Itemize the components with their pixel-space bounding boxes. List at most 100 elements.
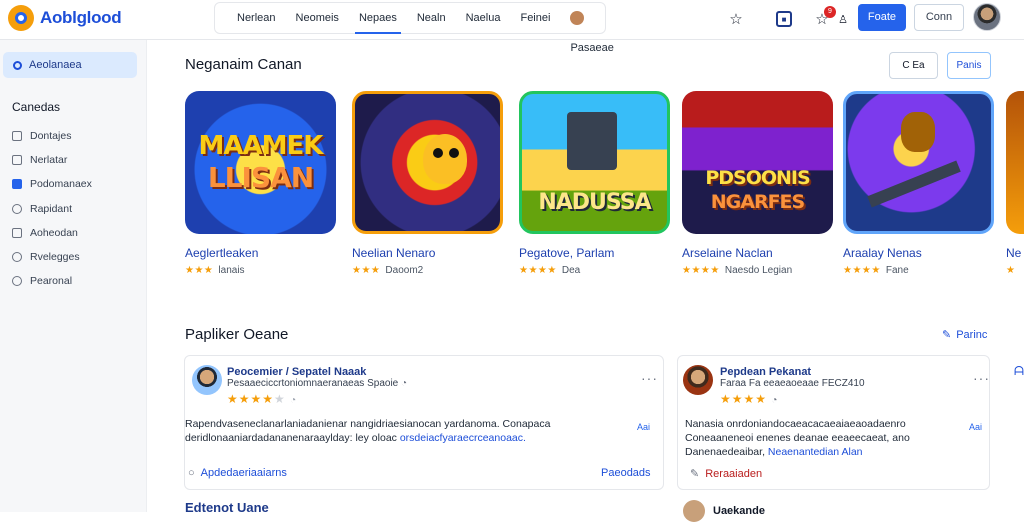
favorite-icon[interactable]: ☆: [725, 8, 747, 30]
top-bar: Aoblglood Nerlean Neomeis Nepaes Nealn N…: [0, 0, 1024, 54]
reviewer-name[interactable]: Pepdean Pekanat: [720, 366, 811, 378]
secondary-button[interactable]: Conn: [914, 4, 964, 31]
review-footer-text: Reraaiaden: [705, 467, 763, 480]
sidebar-item-label: Pearonal: [30, 275, 73, 288]
nav-item-7[interactable]: Pasaeae: [560, 3, 623, 54]
game-tile-3[interactable]: NADUSSA: [519, 91, 670, 234]
info-icon: ◔: [771, 395, 779, 406]
nav-item-5[interactable]: Naelua: [456, 3, 511, 33]
game-card[interactable]: Neelian Nenaro ★★★ Daoom2: [352, 91, 503, 276]
reviewer-avatar[interactable]: [192, 365, 222, 395]
tag-icon: [12, 155, 22, 166]
review-body-line: Danenaedeaibar, Neaenantedian Alan: [685, 445, 965, 459]
sidebar-item-4[interactable]: Rapidant: [12, 197, 92, 221]
sidebar-item-active[interactable]: Aeolanaea: [3, 52, 137, 78]
reviewer-avatar: [683, 500, 705, 522]
game-meta-text: Dea: [561, 265, 581, 276]
nav-item-4[interactable]: Nealn: [407, 3, 456, 33]
review-link[interactable]: Neaenantedian Alan: [768, 446, 863, 458]
avatar-image: [683, 365, 713, 395]
notifications-icon[interactable]: ☆ 9: [811, 6, 836, 30]
sidebar-item-label: Nerlatar: [30, 154, 68, 167]
pencil-icon: ✎: [942, 329, 952, 341]
comment-icon: ○: [188, 467, 195, 479]
profile-mini-icon[interactable]: ♙: [832, 8, 854, 30]
sidebar-item-7[interactable]: Pearonal: [12, 269, 92, 293]
robot-body-icon: [567, 112, 617, 170]
info-icon: ◔: [290, 395, 298, 406]
next-reviewer[interactable]: Uaekande: [683, 500, 765, 522]
app-logo[interactable]: Aoblglood: [8, 5, 122, 31]
game-tile-2[interactable]: [352, 91, 503, 234]
nav-item-2[interactable]: Neomeis: [286, 3, 349, 33]
pin-icon: [12, 252, 22, 263]
edit-icon: ✎: [690, 468, 700, 480]
game-tile-1[interactable]: MAAMEK LLISAN: [185, 91, 336, 234]
game-card[interactable]: NADUSSA Pegatove, Parlam ★★★★ Dea: [519, 91, 670, 276]
game-card[interactable]: PDSOONIS NGARFES Arselaine Naclan ★★★★ Na…: [682, 91, 833, 276]
clock-icon: [12, 276, 22, 287]
game-meta-text: Daoom2: [385, 265, 424, 276]
review-body-line: deridlonaaniardadananenaraaylday: ley ol…: [185, 431, 635, 445]
game-meta: ★★★ Daoom2: [352, 265, 503, 276]
reviews-link[interactable]: ✎ Parinc: [942, 328, 987, 342]
game-name: Neelian Nenaro: [352, 246, 436, 260]
sidebar-item-3[interactable]: Podomanaex: [12, 172, 92, 196]
weapon-icon: [867, 160, 961, 208]
reviewer-name[interactable]: Peocemier / Sepatel Naaak: [227, 366, 366, 378]
game-tile-1-line-1: MAAMEK: [198, 131, 324, 161]
game-meta: ★★★★ Dea: [519, 265, 670, 276]
carousel-next-icon[interactable]: ᗩ: [1014, 364, 1024, 379]
review-subtitle-text: Pesaaeciccrtoniomnaeranaeas Spaoie: [227, 378, 399, 389]
sidebar-item-2[interactable]: Nerlatar: [12, 148, 92, 172]
character-head-icon: [423, 134, 467, 184]
sidebar-item-5[interactable]: Aoheodan: [12, 221, 92, 245]
sidebar-list: Dontajes Nerlatar Podomanaex Rapidant Ao…: [12, 124, 92, 293]
review-aside[interactable]: Aai: [637, 422, 650, 432]
puzzle-icon: [12, 227, 22, 238]
character-head-icon: [901, 112, 935, 152]
game-tile-6[interactable]: [1006, 91, 1024, 234]
user-avatar[interactable]: [973, 3, 1001, 31]
review-stars: ★★★★ ◔: [720, 392, 779, 406]
window-icon[interactable]: ■: [773, 8, 795, 30]
sidebar-item-1[interactable]: Dontajes: [12, 124, 92, 148]
review-aside[interactable]: Aai: [969, 422, 982, 432]
game-meta-text: Naesdo Legian: [724, 265, 793, 276]
filter-button[interactable]: C Ea: [889, 52, 938, 79]
review-footer[interactable]: ✎ Reraaiaden: [690, 467, 763, 481]
nav-avatar-icon: [570, 11, 585, 26]
top-navigation: Nerlean Neomeis Nepaes Nealn Naelua Fein…: [214, 2, 614, 54]
review-link[interactable]: orsdeiacfyaraecrceanoaac.: [400, 432, 526, 444]
nav-item-6[interactable]: Feinei: [510, 3, 560, 33]
nav-item-1[interactable]: Nerlean: [227, 3, 286, 33]
game-name: Pegatove, Parlam: [519, 246, 615, 260]
sidebar: Aeolanaea Canedas Dontajes Nerlatar Podo…: [0, 40, 147, 512]
review-body-line: Coneaaneneoi enenes deanae eeaeecaeat, a…: [685, 432, 910, 444]
rating-stars: ★★★: [352, 265, 381, 276]
review-footer[interactable]: ○ Apdedaeriaaiarns: [188, 467, 287, 479]
primary-button[interactable]: Foate: [858, 4, 906, 31]
game-card[interactable]: MAAMEK LLISAN Aeglertleaken ★★★ lanais: [185, 91, 336, 276]
sidebar-item-6[interactable]: Rvelegges: [12, 245, 92, 269]
game-card[interactable]: Araalay Nenas ★★★★ Fane: [843, 91, 994, 276]
sidebar-item-label: Rvelegges: [30, 251, 80, 264]
game-card[interactable]: Ne ★: [1006, 91, 1024, 276]
game-meta: ★★★★ Fane: [843, 265, 994, 276]
review-body: Nanasia onrdoniandocaeacacaeaiaeaoadaenr…: [685, 417, 965, 459]
app-name: Aoblglood: [40, 8, 122, 27]
next-section-title: Edtenot Uane: [185, 500, 269, 515]
more-options-icon[interactable]: ···: [973, 370, 990, 386]
review-footer-action[interactable]: Paeodads: [601, 467, 651, 479]
game-name: Ne: [1006, 246, 1022, 260]
review-card: Peocemier / Sepatel Naaak Pesaaeciccrton…: [184, 355, 664, 490]
rating-stars: ★★★★: [519, 265, 557, 276]
game-tile-4-line-1: PDSOONIS: [705, 167, 810, 189]
review-body-text: Danenaedeaibar,: [685, 446, 765, 458]
nav-item-3[interactable]: Nepaes: [349, 3, 407, 34]
panel-button[interactable]: Panis: [947, 52, 991, 79]
game-tile-5[interactable]: [843, 91, 994, 234]
reviewer-avatar[interactable]: [683, 365, 713, 395]
more-options-icon[interactable]: ···: [641, 370, 658, 386]
game-tile-4[interactable]: PDSOONIS NGARFES: [682, 91, 833, 234]
